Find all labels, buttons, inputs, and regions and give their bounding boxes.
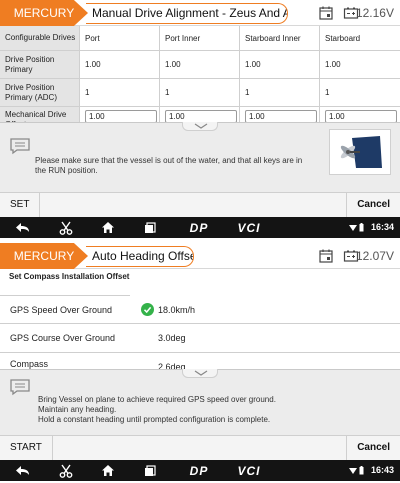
brand-tab[interactable]: MERCURY [0,243,88,269]
offset-input[interactable]: 1.00 [325,110,397,122]
screen-drive-alignment: MERCURY Manual Drive Alignment - Zeus An… [0,0,400,240]
brand-tab[interactable]: MERCURY [0,0,88,26]
dp-label[interactable]: DP [184,220,214,235]
row-label: Drive Position Primary [0,51,80,78]
clock: 16:34 [370,222,394,232]
recent-apps-icon[interactable] [143,463,157,478]
message-icon [10,379,30,396]
recent-apps-icon[interactable] [143,220,157,235]
collapse-handle[interactable] [182,122,218,131]
column-header: Port Inner [160,26,240,50]
row-value: 18.0km/h [158,305,196,315]
table-cell: 1.00 [160,107,240,122]
offset-input[interactable]: 1.00 [165,110,237,122]
start-button[interactable]: START [0,436,53,460]
calendar-icon[interactable] [318,248,334,264]
vci-label[interactable]: VCI [234,220,264,235]
column-header: Starboard Inner [240,26,320,50]
table-cell: 1.00 [160,51,240,78]
drive-table: Configurable Drives Port Port Inner Star… [0,26,400,122]
list-item: GPS Speed Over Ground 18.0km/h [0,296,400,324]
set-button[interactable]: SET [0,193,41,217]
cancel-button[interactable]: Cancel [346,193,400,217]
table-row: Drive Position Primary (ADC) 1 1 1 1 [0,79,400,107]
dp-label[interactable]: DP [184,463,214,478]
wifi-icon [349,463,357,478]
list-item: GPS Course Over Ground 3.0deg [0,324,400,353]
table-row: Drive Position Primary 1.00 1.00 1.00 1.… [0,51,400,79]
voltage-readout: 12.07V [355,249,394,263]
wifi-icon [349,220,357,235]
calendar-icon[interactable] [318,5,334,21]
home-icon[interactable] [100,463,116,478]
table-cell: 1 [240,79,320,106]
vci-label[interactable]: VCI [234,463,264,478]
table-row: Mechanical Drive Offset 1.00 1.00 1.00 1… [0,107,400,122]
column-header: Port [80,26,160,50]
battery-status-icon [358,463,364,478]
scissors-icon[interactable] [57,220,75,235]
back-icon[interactable] [14,220,32,235]
row-label: GPS Speed Over Ground [10,305,113,315]
action-bar: START Cancel [0,435,400,460]
header-bar: MERCURY Manual Drive Alignment - Zeus An… [0,0,400,26]
list-item: Compass Information_Heading 2.6deg [0,353,400,379]
info-panel: Bring Vessel on plane to achieve require… [0,369,400,435]
info-panel: Please make sure that the vessel is out … [0,122,400,192]
action-bar: SET Cancel [0,192,400,217]
row-label: GPS Course Over Ground [10,333,116,343]
info-line: Bring Vessel on plane to achieve require… [38,395,276,404]
battery-status-icon [358,220,364,235]
table-cell: 1 [325,88,330,97]
screen-auto-heading-offset: MERCURY Auto Heading Offset 12.07V Set C… [0,243,400,483]
offset-input[interactable]: 1.00 [245,110,317,122]
column-header: Starboard [325,33,361,43]
check-circle-icon [141,303,154,316]
chevron-down-icon [194,370,208,376]
header-bar: MERCURY Auto Heading Offset 12.07V [0,243,400,269]
home-icon[interactable] [100,220,116,235]
table-cell: 1.00 [240,51,320,78]
section-title: Set Compass Installation Offset [0,269,130,296]
row-value: 3.0deg [158,333,186,343]
back-icon[interactable] [14,463,32,478]
info-line: Hold a constant heading until prompted c… [38,415,271,424]
voltage-readout: 12.16V [355,6,394,20]
table-cell: 1.00 [80,107,160,122]
offset-input[interactable]: 1.00 [85,110,157,122]
table-cell: 1.00 [240,107,320,122]
column-header: Configurable Drives [0,26,80,50]
collapse-handle[interactable] [182,369,218,378]
table-cell: 1 [80,79,160,106]
cancel-button[interactable]: Cancel [346,436,400,460]
table-cell: 1.00 [325,60,341,69]
clock: 16:43 [370,465,394,475]
table-cell: 1.00 [320,107,400,122]
row-label: Drive Position Primary (ADC) [0,79,80,106]
table-header-row: Configurable Drives Port Port Inner Star… [0,26,400,51]
info-message: Please make sure that the vessel is out … [35,156,303,175]
table-cell: 1 [160,79,240,106]
table-cell: 1.00 [80,51,160,78]
system-nav-bar: DP VCI 16:43 [0,460,400,481]
info-line: Maintain any heading. [38,405,117,414]
scissors-icon[interactable] [57,463,75,478]
page-title: Manual Drive Alignment - Zeus And Axius [86,3,288,24]
row-label: Mechanical Drive Offset [0,107,80,122]
drive-image [329,129,391,175]
system-nav-bar: DP VCI 16:34 [0,217,400,238]
page-title: Auto Heading Offset [86,246,194,267]
chevron-down-icon [194,123,208,129]
message-icon [10,138,30,155]
